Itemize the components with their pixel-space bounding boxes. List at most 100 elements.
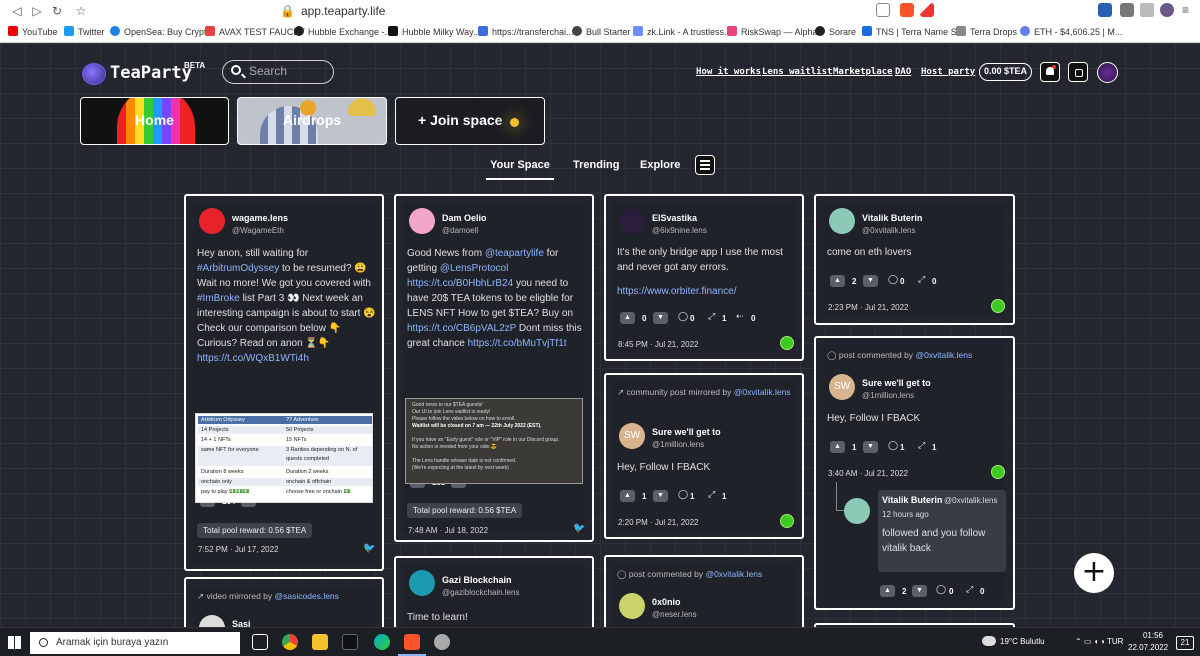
tradingview-icon[interactable] (342, 634, 358, 650)
filter-icon[interactable] (695, 155, 715, 175)
tab-explore[interactable]: Explore (640, 159, 680, 171)
collect-icon[interactable]: ⇠ (736, 312, 744, 322)
bookmark-terradrops[interactable]: Terra Drops (956, 24, 1017, 40)
bookmark-page-icon[interactable]: ☆ (72, 3, 90, 19)
post-card-commented[interactable]: ◯ post commented by @0xvitalik.lens SW S… (814, 336, 1015, 610)
author-name[interactable]: wagame.lens (232, 213, 288, 223)
downvote-button[interactable]: ▼ (653, 490, 668, 502)
back-icon[interactable]: ◁ (8, 3, 26, 19)
bookmark-sorare[interactable]: Sorare (815, 24, 856, 40)
wallet-icon[interactable] (1068, 62, 1088, 82)
address-bar[interactable]: 🔒 app.teaparty.life (280, 3, 385, 19)
puzzle-icon[interactable] (1120, 3, 1134, 17)
post-link[interactable]: https://www.orbiter.finance/ (617, 284, 737, 299)
bookmark-youtube[interactable]: YouTube (8, 24, 57, 40)
post-link[interactable]: https://t.co/B0HbhLrB24 (407, 278, 513, 289)
vitalik-avatar[interactable] (829, 208, 855, 234)
create-post-button[interactable]: + (1074, 553, 1114, 593)
meta-user-link[interactable]: @0xvitalik.lens (705, 569, 762, 579)
user-avatar[interactable] (1097, 62, 1118, 83)
bookmark-twitter[interactable]: Twitter (64, 24, 105, 40)
bookmark-avax[interactable]: AVAX TEST FAUCET (205, 24, 305, 40)
post-card-gazi[interactable]: Gazi Blockchain @gaziblockchain.lens Tim… (394, 556, 594, 627)
app-icon[interactable] (434, 634, 450, 650)
downvote-button[interactable]: ▼ (863, 441, 878, 453)
tea-balance[interactable]: 0.00 $TEA (979, 63, 1032, 81)
clock-date[interactable]: 22.07.2022 (1128, 643, 1168, 652)
bookmark-hubble-milky[interactable]: Hubble Milky Way... (388, 24, 481, 40)
share-icon[interactable] (876, 3, 890, 17)
bell-icon[interactable] (1040, 62, 1060, 82)
bookmark-riskswap[interactable]: RiskSwap — Alpha (727, 24, 818, 40)
twitter-icon[interactable]: 🐦 (573, 524, 585, 534)
author-name[interactable]: Gazi Blockchain (442, 575, 512, 585)
upvote-button[interactable]: ▲ (830, 275, 845, 287)
extension-icon[interactable] (1098, 3, 1112, 17)
mention-link[interactable]: @teapartylife (485, 248, 544, 259)
post-card-wagame[interactable]: wagame.lens @WagameEth Hey anon, still w… (184, 194, 384, 571)
nav-how-it-works[interactable]: How it works (696, 67, 761, 77)
mirror-icon[interactable]: ⤢ (918, 275, 925, 285)
notification-badge[interactable]: 21 (1176, 636, 1194, 650)
author-name[interactable]: 0x0nio (652, 597, 681, 607)
tray-icons[interactable]: ⌃ ▭ ◖ ◗ (1075, 637, 1106, 646)
bookmark-hubble[interactable]: Hubble Exchange -... (294, 24, 392, 40)
mention-link[interactable]: @LensProtocol (440, 263, 509, 274)
post-card-sasi[interactable]: ↗ video mirrored by @sasicodes.lens Sasi (184, 577, 384, 627)
edge-icon[interactable] (374, 634, 390, 650)
mirror-icon[interactable]: ⤢ (708, 490, 715, 500)
upvote-button[interactable]: ▲ (620, 490, 635, 502)
author-name[interactable]: ElSvastika (652, 213, 697, 223)
nav-dao[interactable]: DAO (895, 67, 911, 77)
brave-icon[interactable] (404, 634, 420, 650)
post-card-mirrored[interactable]: ↗ community post mirrored by @0xvitalik.… (604, 373, 804, 539)
taskbar-search-input[interactable]: Aramak için buraya yazın (30, 632, 240, 654)
file-explorer-icon[interactable] (312, 634, 328, 650)
task-view-icon[interactable] (252, 634, 268, 650)
nav-lens-waitlist[interactable]: Lens waitlist (762, 67, 832, 77)
nav-host-party[interactable]: Host party (921, 67, 975, 77)
meta-user-link[interactable]: @sasicodes.lens (275, 591, 339, 601)
hashtag-link[interactable]: #ArbitrumOdyssey (197, 263, 279, 274)
bookmark-zklink[interactable]: zk.Link - A trustless... (633, 24, 732, 40)
author-name[interactable]: Sure we'll get to (862, 378, 931, 388)
meta-user-link[interactable]: @0xvitalik.lens (734, 387, 791, 397)
lens-icon[interactable] (991, 299, 1005, 313)
neser-avatar[interactable] (619, 593, 645, 619)
clock-time[interactable]: 01:56 (1138, 631, 1168, 640)
author-name[interactable]: Sure we'll get to (652, 427, 721, 437)
nav-marketplace[interactable]: Marketplace (833, 67, 893, 77)
tab-your-space[interactable]: Your Space (486, 159, 554, 180)
reply-mirror-icon[interactable]: ⤢ (966, 585, 973, 595)
brave-shield-icon[interactable] (900, 3, 914, 17)
bookmark-transfer[interactable]: https://transferchai... (478, 24, 574, 40)
post-link[interactable]: https://t.co/CB6pVAL2zP (407, 323, 516, 334)
comment-icon[interactable]: ◯ (888, 441, 898, 451)
upvote-button[interactable]: ▲ (830, 441, 845, 453)
bookmark-bullstarter[interactable]: Bull Starter (572, 24, 631, 40)
join-space-button[interactable]: + Join space (395, 97, 545, 145)
bookmark-tns[interactable]: TNS | Terra Name S... (862, 24, 964, 40)
gazi-avatar[interactable] (409, 570, 435, 596)
upvote-button[interactable]: ▲ (620, 312, 635, 324)
twitter-icon[interactable]: 🐦 (363, 544, 375, 554)
mirror-icon[interactable]: ⤢ (708, 312, 715, 322)
post-card-dam[interactable]: Dam Oelio @damoell Good News from @teapa… (394, 194, 594, 542)
comment-icon[interactable]: ◯ (678, 312, 688, 322)
comment-icon[interactable]: ◯ (888, 275, 898, 285)
reply-upvote-button[interactable]: ▲ (880, 585, 895, 597)
wagame-avatar[interactable] (199, 208, 225, 234)
menu-icon[interactable]: ≡ (1182, 3, 1196, 17)
mirror-icon[interactable]: ⤢ (918, 441, 925, 451)
reload-icon[interactable]: ↻ (48, 3, 66, 19)
author-avatar[interactable]: SW (619, 423, 645, 449)
post-card-neser[interactable]: ◯ post commented by @0xvitalik.lens 0x0n… (604, 555, 804, 627)
brave-rewards-icon[interactable] (920, 3, 934, 17)
dam-avatar[interactable] (409, 208, 435, 234)
weather-text[interactable]: 19°C Bulutlu (1000, 637, 1045, 646)
search-input[interactable]: Search (222, 60, 334, 84)
lens-icon[interactable] (780, 336, 794, 350)
bookmark-eth[interactable]: ETH - $4,606.25 | M... (1020, 24, 1122, 40)
language-indicator[interactable]: TUR (1107, 637, 1123, 646)
tab-trending[interactable]: Trending (573, 159, 619, 171)
